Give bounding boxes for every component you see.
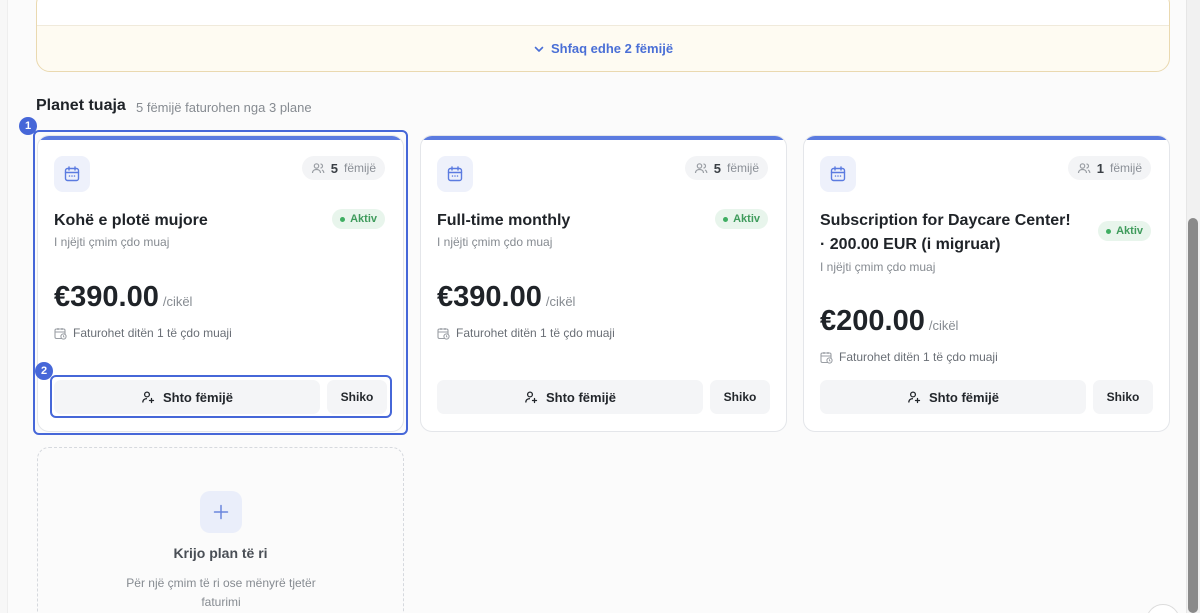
plan-name: Kohë e plotë mujore <box>54 212 208 229</box>
price-period: /cikël <box>545 294 576 309</box>
create-plan-title: Krijo plan të ri <box>173 545 268 561</box>
plans-section-subtitle: 5 fëmijë faturohen nga 3 plane <box>136 100 312 115</box>
plan-description: I njëjti çmim çdo muaj <box>820 260 936 274</box>
plans-section-title: Planet tuaja <box>36 97 126 114</box>
status-badge: Aktiv <box>332 209 385 229</box>
billing-label: Faturohet ditën 1 të çdo muaji <box>73 326 232 340</box>
children-count-unit: fëmijë <box>1109 161 1142 175</box>
price-amount: €200.00 <box>820 305 925 337</box>
price-period: /cikël <box>928 318 959 333</box>
add-child-button[interactable]: Shto fëmijë <box>437 380 703 414</box>
status-dot <box>1106 228 1112 234</box>
calendar-clock-icon <box>437 327 450 340</box>
page: Shfaq edhe 2 fëmijë Planet tuaja 5 fëmij… <box>0 0 1186 613</box>
view-plan-button[interactable]: Shiko <box>1093 380 1153 414</box>
users-icon <box>694 163 708 174</box>
users-icon <box>311 163 325 174</box>
plan-card-accent-bar <box>38 136 403 140</box>
price-amount: €390.00 <box>54 281 159 313</box>
calendar-clock-icon <box>820 351 833 364</box>
annotation-badge-2: 2 <box>35 362 53 380</box>
last-child-row <box>37 0 1169 26</box>
status-label: Aktiv <box>350 213 377 225</box>
create-plan-description: Për një çmim të ri ose mënyrë tjetër fat… <box>126 576 316 609</box>
view-plan-button[interactable]: Shiko <box>327 380 387 414</box>
billing-info: Faturohet ditën 1 të çdo muaji <box>437 326 615 340</box>
billing-label: Faturohet ditën 1 të çdo muaji <box>456 326 615 340</box>
plan-name: Subscription for Daycare Center! · 200.0… <box>820 212 1071 253</box>
children-count-badge: 5 fëmijë <box>684 156 768 180</box>
status-dot <box>723 216 729 222</box>
plan-card: 1 fëmijë Subscription for Daycare Center… <box>803 135 1170 432</box>
calendar-icon <box>437 156 473 192</box>
children-count-unit: fëmijë <box>726 161 759 175</box>
status-dot <box>340 216 346 222</box>
children-count: 1 <box>1096 160 1104 176</box>
children-count: 5 <box>713 160 721 176</box>
billing-info: Faturohet ditën 1 të çdo muaji <box>820 350 998 364</box>
children-count: 5 <box>330 160 338 176</box>
chevron-down-icon <box>534 46 544 52</box>
plan-card: 5 fëmijë Full-time monthly Aktiv I njëjt… <box>420 135 787 432</box>
show-more-children-button[interactable]: Shfaq edhe 2 fëmijë <box>37 41 1169 56</box>
add-child-button[interactable]: Shto fëmijë <box>820 380 1086 414</box>
calendar-icon <box>54 156 90 192</box>
scrollbar-thumb[interactable] <box>1188 218 1198 613</box>
user-plus-icon <box>142 391 155 404</box>
plus-icon <box>200 491 242 533</box>
add-child-label: Shto fëmijë <box>162 389 234 405</box>
children-count-badge: 5 fëmijë <box>301 156 385 180</box>
calendar-clock-icon <box>54 327 67 340</box>
plan-description: I njëjti çmim çdo muaj <box>54 235 170 249</box>
plan-card-accent-bar <box>421 136 786 140</box>
price-period: /cikël <box>162 294 193 309</box>
price-amount: €390.00 <box>437 281 542 313</box>
user-plus-icon <box>525 391 538 404</box>
status-label: Aktiv <box>733 213 760 225</box>
children-collapsed-section: Shfaq edhe 2 fëmijë <box>36 0 1170 72</box>
status-badge: Aktiv <box>1098 221 1151 241</box>
plan-price: €390.00/cikël <box>437 281 575 314</box>
view-plan-button[interactable]: Shiko <box>710 380 770 414</box>
billing-label: Faturohet ditën 1 të çdo muaji <box>839 350 998 364</box>
status-badge: Aktiv <box>715 209 768 229</box>
status-label: Aktiv <box>1116 225 1143 237</box>
plan-description: I njëjti çmim çdo muaj <box>437 235 553 249</box>
plan-price: €200.00/cikël <box>820 305 958 338</box>
calendar-icon <box>820 156 856 192</box>
show-more-label: Shfaq edhe 2 fëmijë <box>550 41 674 56</box>
plan-price: €390.00/cikël <box>54 281 192 314</box>
children-count-badge: 1 fëmijë <box>1067 156 1151 180</box>
add-child-label: Shto fëmijë <box>545 389 617 405</box>
add-child-button[interactable]: Shto fëmijë <box>54 380 320 414</box>
add-child-label: Shto fëmijë <box>928 389 1000 405</box>
plan-name: Full-time monthly <box>437 212 571 229</box>
left-edge <box>0 0 8 613</box>
plan-card: 5 fëmijë Kohë e plotë mujore Aktiv I një… <box>37 135 404 432</box>
scrollbar-track[interactable] <box>1186 0 1200 613</box>
billing-info: Faturohet ditën 1 të çdo muaji <box>54 326 232 340</box>
user-plus-icon <box>908 391 921 404</box>
users-icon <box>1077 163 1091 174</box>
children-count-unit: fëmijë <box>343 161 376 175</box>
create-plan-card[interactable]: Krijo plan të ri Për një çmim të ri ose … <box>37 447 404 613</box>
annotation-badge-1: 1 <box>19 117 37 135</box>
plan-card-accent-bar <box>804 136 1169 140</box>
